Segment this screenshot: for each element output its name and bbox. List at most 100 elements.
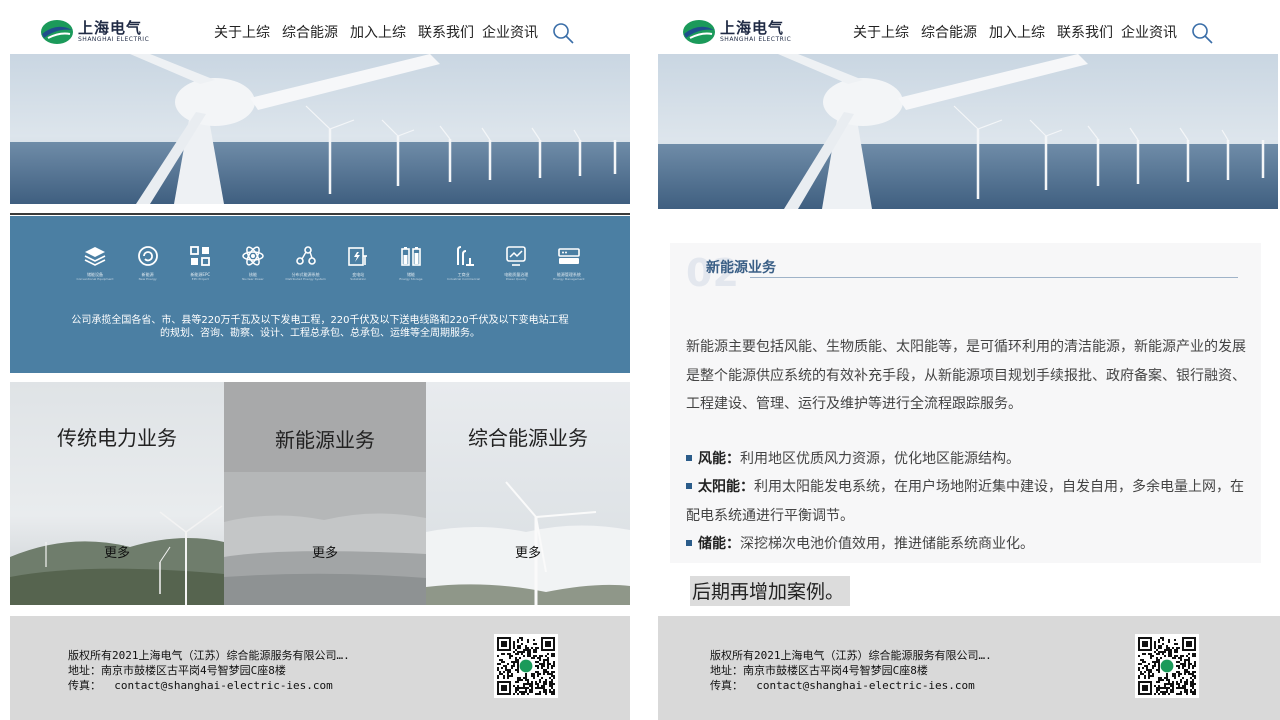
footer-email[interactable]: contact@shanghai-electric-ies.com (114, 679, 333, 692)
brand-name-cn: 上海电气 (720, 19, 785, 37)
wind-turbine-image (10, 54, 630, 204)
service-item[interactable]: 分布式能源系统 Distributed Energy System (283, 244, 329, 281)
bullet-text: 利用太阳能发电系统，在用户场地附近集中建设，自发自用，多余电量上网，在配电系统通… (686, 479, 1244, 524)
nav-item-about[interactable]: 关于上综 (853, 22, 909, 42)
brand-name-en: SHANGHAI ELECTRIC (720, 36, 792, 43)
brand-logo-icon (683, 20, 715, 44)
more-link[interactable]: 更多 (426, 542, 630, 561)
atom-icon (242, 246, 264, 266)
monitor-icon (506, 246, 527, 266)
hero-banner (10, 54, 630, 204)
service-item[interactable]: 储能 Energy Storage (388, 244, 434, 281)
footer-fax-label: 传真： (710, 679, 743, 692)
business-columns: 传统电力业务 更多 新能源业务 更多 综合能源业务 更多 (10, 382, 630, 605)
article-title: 新能源业务 (706, 260, 776, 276)
nav-item-join[interactable]: 加入上综 (350, 22, 406, 42)
more-link[interactable]: 更多 (224, 542, 426, 561)
band-divider (10, 213, 630, 215)
site-footer: 版权所有2021上海电气（江苏）综合能源服务有限公司…. 地址：南京市鼓楼区古平… (658, 616, 1280, 720)
site-header: 上海电气 SHANGHAI ELECTRIC 关于上综 综合能源 加入上综 联系… (10, 0, 630, 54)
nav-item-news[interactable]: 企业资讯 (482, 22, 538, 42)
business-column-new-energy[interactable]: 新能源业务 更多 (224, 382, 426, 605)
brand-logo[interactable]: 上海电气 SHANGHAI ELECTRIC (40, 18, 149, 46)
footer-email[interactable]: contact@shanghai-electric-ies.com (756, 679, 975, 692)
brand-name-en: SHANGHAI ELECTRIC (78, 36, 150, 43)
nav-item-join[interactable]: 加入上综 (989, 22, 1045, 42)
service-sublabel: Distributed Energy System (285, 277, 326, 281)
nav-item-about[interactable]: 关于上综 (214, 22, 270, 42)
article-paragraph: 新能源主要包括风能、生物质能、太阳能等，是可循环利用的清洁能源，新能源产业的发展… (686, 339, 1246, 412)
column-title: 传统电力业务 (57, 426, 177, 450)
service-sublabel: Nuclear Power (242, 277, 264, 281)
main-nav: 关于上综 综合能源 加入上综 联系我们 企业资讯 (214, 22, 538, 42)
nav-item-contact[interactable]: 联系我们 (418, 22, 474, 42)
more-link[interactable]: 更多 (10, 542, 224, 561)
bullet-square-icon (686, 540, 692, 546)
services-band: 储能设备 Conventional Equipment 新能源 New Ener… (10, 216, 630, 373)
hills-image (10, 382, 224, 605)
bullet-label: 风能： (698, 451, 740, 467)
service-item[interactable]: 能源管理系统 Energy Management (546, 244, 592, 281)
qr-code-icon (494, 634, 558, 698)
clouds-image (224, 382, 426, 605)
service-item[interactable]: 核能 Nuclear Power (230, 244, 276, 281)
services-description: 公司承揽全国各省、市、县等220万千瓦及以下发电工程，220千伏及以下送电线路和… (71, 315, 569, 339)
new-energy-page: 上海电气 SHANGHAI ELECTRIC 关于上综 综合能源 加入上综 联系… (658, 0, 1280, 720)
site-header: 上海电气 SHANGHAI ELECTRIC 关于上综 综合能源 加入上综 联系… (658, 0, 1280, 54)
hero-banner (658, 54, 1278, 209)
service-item[interactable]: 新能源 New Energy (125, 244, 171, 281)
wind-turbine-image (658, 54, 1278, 209)
column-title: 新能源业务 (275, 428, 375, 452)
brand-name-cn: 上海电气 (78, 19, 143, 37)
service-item[interactable]: 新能源EPC EPC Project (177, 244, 223, 281)
bullet-label: 储能： (698, 536, 740, 552)
bullet-item: 储能：深挖梯次电池价值效用，推进储能系统商业化。 (686, 530, 1246, 559)
nav-item-contact[interactable]: 联系我们 (1057, 22, 1113, 42)
substation-icon (348, 247, 368, 266)
business-column-integrated[interactable]: 综合能源业务 更多 (426, 382, 630, 605)
home-page: 上海电气 SHANGHAI ELECTRIC 关于上综 综合能源 加入上综 联系… (10, 0, 630, 720)
nav-item-energy[interactable]: 综合能源 (921, 22, 977, 42)
service-sublabel: Energy Management (553, 277, 585, 281)
service-icon-row: 储能设备 Conventional Equipment 新能源 New Ener… (72, 244, 592, 281)
bullet-square-icon (686, 455, 692, 461)
recycle-icon (137, 246, 158, 266)
service-item[interactable]: 电能质量治理 Power Quality (493, 244, 539, 281)
service-sublabel: Industrial Commercial (447, 277, 481, 281)
service-sublabel: Conventional Equipment (76, 277, 114, 281)
title-underline (750, 277, 1238, 278)
article-card: 02 新能源业务 新能源主要包括风能、生物质能、太阳能等，是可循环利用的清洁能源… (670, 243, 1261, 563)
router-icon (558, 248, 580, 264)
service-item[interactable]: 变电站 Substation (335, 244, 381, 281)
footer-address: 地址：南京市鼓楼区古平岗4号智梦园C座8楼 (710, 664, 928, 677)
search-icon[interactable] (1191, 22, 1213, 44)
qr-code-icon (1135, 634, 1199, 698)
service-sublabel: Power Quality (505, 277, 527, 281)
footer-copyright: 版权所有2021上海电气（江苏）综合能源服务有限公司…. (68, 649, 350, 662)
brand-logo[interactable]: 上海电气 SHANGHAI ELECTRIC (682, 18, 791, 46)
site-footer: 版权所有2021上海电气（江苏）综合能源服务有限公司…. 地址：南京市鼓楼区古平… (10, 616, 630, 720)
nav-item-energy[interactable]: 综合能源 (282, 22, 338, 42)
battery-icon (401, 247, 421, 266)
bullet-text: 利用地区优质风力资源，优化地区能源结构。 (740, 451, 1020, 467)
service-sublabel: EPC Project (191, 277, 209, 281)
placeholder-note: 后期再增加案例。 (690, 576, 851, 606)
business-column-traditional[interactable]: 传统电力业务 更多 (10, 382, 224, 605)
service-sublabel: New Energy (138, 277, 157, 281)
footer-fax: 传真： contact@shanghai-electric-ies.com (710, 678, 992, 693)
footer-info: 版权所有2021上海电气（江苏）综合能源服务有限公司…. 地址：南京市鼓楼区古平… (710, 648, 992, 693)
factory-icon (456, 246, 474, 266)
bullet-label: 太阳能： (698, 479, 754, 495)
bullet-item: 太阳能：利用太阳能发电系统，在用户场地附近集中建设，自发自用，多余电量上网，在配… (686, 473, 1246, 530)
service-sublabel: Substation (350, 277, 367, 281)
network-icon (295, 246, 316, 265)
bullet-item: 风能：利用地区优质风力资源，优化地区能源结构。 (686, 445, 1246, 474)
nav-item-news[interactable]: 企业资讯 (1121, 22, 1177, 42)
service-item[interactable]: 储能设备 Conventional Equipment (72, 244, 118, 281)
service-item[interactable]: 工商业 Industrial Commercial (441, 244, 487, 281)
footer-info: 版权所有2021上海电气（江苏）综合能源服务有限公司…. 地址：南京市鼓楼区古平… (68, 648, 350, 693)
search-icon[interactable] (552, 22, 574, 44)
main-nav: 关于上综 综合能源 加入上综 联系我们 企业资讯 (853, 22, 1177, 42)
layers-icon (84, 247, 106, 266)
footer-copyright: 版权所有2021上海电气（江苏）综合能源服务有限公司…. (710, 649, 992, 662)
